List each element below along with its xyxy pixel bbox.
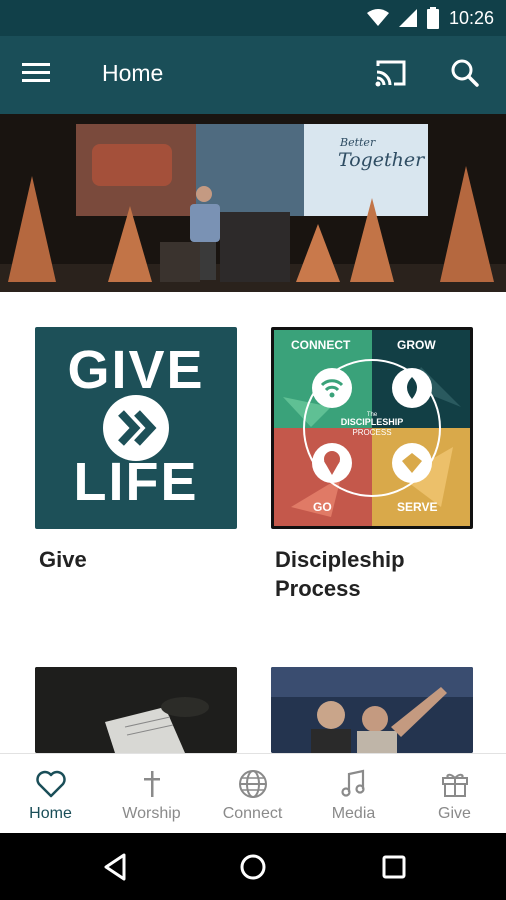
globe-icon xyxy=(239,770,267,798)
heart-icon xyxy=(36,770,66,798)
back-button[interactable] xyxy=(98,849,134,885)
card-discipleship-label: Discipleship Process xyxy=(275,547,405,601)
status-icons: 10:26 xyxy=(366,7,494,29)
discipleship-graphic: CONNECT GROW GO SERVE The DISCIPLESHIP P… xyxy=(274,330,470,526)
center-process: PROCESS xyxy=(352,428,391,437)
gift-icon xyxy=(442,773,468,797)
worship-photo xyxy=(271,667,473,753)
search-button[interactable] xyxy=(450,58,484,92)
discipleship-thumbnail: CONNECT GROW GO SERVE The DISCIPLESHIP P… xyxy=(271,327,473,529)
system-nav-bar xyxy=(0,833,506,900)
recents-square-icon xyxy=(382,855,406,879)
card-fourth-thumbnail xyxy=(271,667,473,753)
nav-worship[interactable]: Worship xyxy=(101,754,202,834)
banner-text-better: Better xyxy=(339,136,376,149)
recents-button[interactable] xyxy=(376,849,412,885)
hero-banner[interactable]: Better Together xyxy=(0,114,506,292)
home-circle-icon xyxy=(240,854,266,880)
nav-home-label: Home xyxy=(29,805,72,822)
quadrant-grow: GROW xyxy=(397,338,436,352)
nav-worship-label: Worship xyxy=(122,805,181,822)
wifi-icon xyxy=(366,9,389,26)
center-discipleship: DISCIPLESHIP xyxy=(341,417,404,427)
quadrant-go: GO xyxy=(313,500,332,514)
quadrant-serve: SERVE xyxy=(397,500,437,514)
music-note-icon xyxy=(341,769,365,797)
card-give-label: Give xyxy=(39,547,87,572)
nav-give-label: Give xyxy=(438,805,471,822)
quadrant-connect: CONNECT xyxy=(291,338,351,352)
nav-home[interactable]: Home xyxy=(0,754,101,834)
search-icon xyxy=(451,59,479,87)
status-bar: 10:26 xyxy=(0,0,506,36)
home-button[interactable] xyxy=(235,849,271,885)
nav-connect-label: Connect xyxy=(222,805,283,822)
app-bar: Home xyxy=(0,36,506,114)
give-life-line1: GIVE xyxy=(67,340,205,400)
nav-connect[interactable]: Connect xyxy=(202,754,303,834)
banner-text-together: Together xyxy=(338,149,426,171)
nav-media-label: Media xyxy=(331,805,376,822)
cast-button[interactable] xyxy=(374,58,410,92)
menu-icon xyxy=(22,63,50,82)
page-title: Home xyxy=(102,60,164,86)
nav-media[interactable]: Media xyxy=(303,754,404,834)
card-third-thumbnail xyxy=(35,667,237,753)
cross-icon xyxy=(144,771,160,797)
menu-button[interactable] xyxy=(22,62,58,92)
cast-icon xyxy=(375,60,406,87)
book-photo xyxy=(35,667,237,753)
give-life-thumbnail: GIVE LIFE xyxy=(35,327,237,529)
signal-icon xyxy=(398,9,417,27)
battery-icon xyxy=(426,7,439,29)
hero-image: Better Together xyxy=(0,114,506,292)
give-life-line2: LIFE xyxy=(73,452,199,512)
status-time: 10:26 xyxy=(448,7,494,28)
bottom-nav: Home Worship Connect Media Give xyxy=(0,753,506,833)
back-triangle-icon xyxy=(104,853,126,881)
nav-give[interactable]: Give xyxy=(404,754,505,834)
